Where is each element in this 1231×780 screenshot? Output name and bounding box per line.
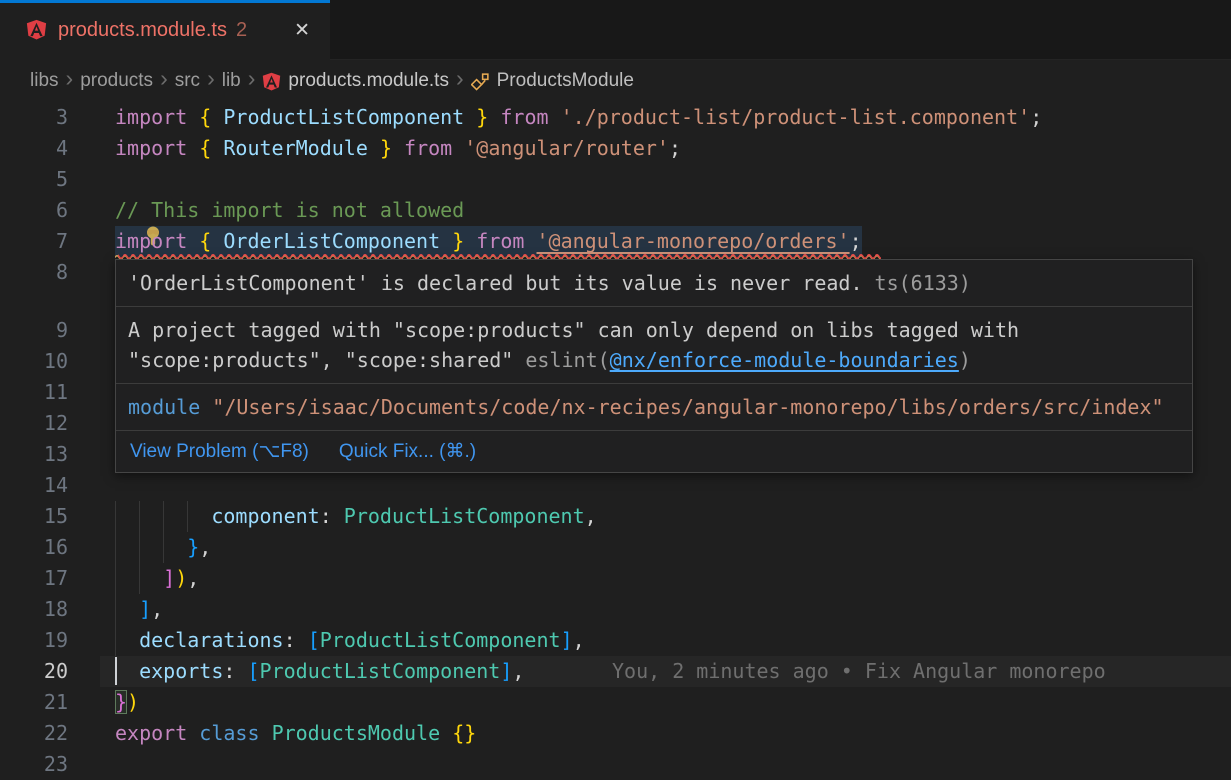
line-number[interactable]: 21 bbox=[0, 687, 68, 718]
ts-diagnostic: 'OrderListComponent' is declared but its… bbox=[116, 260, 1192, 307]
active-tab-indicator bbox=[0, 0, 330, 3]
code-line-6[interactable]: 6// This import is not allowed bbox=[0, 195, 1231, 226]
breadcrumb: libs › products › src › lib › products.m… bbox=[0, 61, 1231, 100]
code-line-15[interactable]: 15 component: ProductListComponent, bbox=[0, 501, 1231, 532]
line-number[interactable]: 20 bbox=[0, 656, 68, 687]
view-problem-link[interactable]: View Problem (⌥F8) bbox=[130, 440, 309, 463]
code-line-14[interactable]: 14 bbox=[0, 470, 1231, 501]
chevron-right-icon: › bbox=[456, 65, 464, 92]
quick-fix-link[interactable]: Quick Fix... (⌘.) bbox=[339, 440, 476, 463]
code-line-21[interactable]: 21}) bbox=[0, 687, 1231, 718]
code-text: import { ProductListComponent } from './… bbox=[115, 102, 1042, 133]
code-line-22[interactable]: 22 export class ProductsModule {} bbox=[0, 718, 1231, 749]
line-number[interactable]: 12 bbox=[0, 408, 68, 439]
line-number[interactable]: 7 bbox=[0, 226, 68, 257]
line-number[interactable]: 18 bbox=[0, 594, 68, 625]
code-line-16[interactable]: 16 }, bbox=[0, 532, 1231, 563]
tab-bar: products.module.ts 2 ✕ bbox=[0, 0, 1231, 60]
tab-filename: products.module.ts bbox=[58, 19, 227, 42]
line-number[interactable]: 16 bbox=[0, 532, 68, 563]
code-line-3[interactable]: 3 import { ProductListComponent } from '.… bbox=[0, 102, 1231, 133]
code-line-17[interactable]: 17 ]), bbox=[0, 563, 1231, 594]
angular-file-icon bbox=[26, 19, 47, 41]
breadcrumb-item-lib[interactable]: lib bbox=[222, 70, 241, 92]
module-path: module "/Users/isaac/Documents/code/nx-r… bbox=[116, 384, 1192, 431]
angular-file-icon bbox=[262, 72, 281, 91]
text-cursor bbox=[115, 657, 117, 685]
code-text: }, bbox=[115, 532, 211, 563]
hover-status-bar: View Problem (⌥F8) Quick Fix... (⌘.) bbox=[116, 431, 1192, 472]
line-number[interactable]: 14 bbox=[0, 470, 68, 501]
code-line-19[interactable]: 19 declarations: [ProductListComponent], bbox=[0, 625, 1231, 656]
code-text: export class ProductsModule {} bbox=[115, 718, 476, 749]
code-text: component: ProductListComponent, bbox=[115, 501, 597, 532]
code-line-20[interactable]: 20 exports: [ProductListComponent], You, … bbox=[0, 656, 1231, 687]
code-text: }) bbox=[115, 687, 139, 718]
class-symbol-icon bbox=[471, 72, 490, 91]
tab-products-module[interactable]: products.module.ts 2 ✕ bbox=[0, 0, 330, 60]
code-line-5[interactable]: 5 bbox=[0, 164, 1231, 195]
git-blame-annotation: You, 2 minutes ago • Fix Angular monorep… bbox=[612, 656, 1106, 687]
code-text: exports: [ProductListComponent], bbox=[115, 656, 524, 687]
code-text: ]), bbox=[115, 563, 199, 594]
line-number[interactable]: 11 bbox=[0, 377, 68, 408]
breadcrumb-item-symbol[interactable]: ProductsModule bbox=[471, 70, 634, 92]
code-text: ], bbox=[115, 594, 163, 625]
chevron-right-icon: › bbox=[207, 65, 215, 92]
line-number[interactable]: 15 bbox=[0, 501, 68, 532]
breadcrumb-item-products[interactable]: products bbox=[80, 70, 153, 92]
breadcrumb-symbol-label: ProductsModule bbox=[497, 70, 634, 92]
code-text: import { RouterModule } from '@angular/r… bbox=[115, 133, 681, 164]
eslint-diagnostic: A project tagged with "scope:products" c… bbox=[116, 307, 1192, 384]
editor[interactable]: 3 import { ProductListComponent } from '.… bbox=[0, 100, 1231, 780]
line-number[interactable]: 19 bbox=[0, 625, 68, 656]
line-number[interactable]: 22 bbox=[0, 718, 68, 749]
line-number[interactable]: 9 bbox=[0, 315, 68, 346]
chevron-right-icon: › bbox=[66, 65, 74, 92]
code-text: declarations: [ProductListComponent], bbox=[115, 625, 585, 656]
hover-popup: 'OrderListComponent' is declared but its… bbox=[115, 259, 1193, 473]
line-number[interactable]: 4 bbox=[0, 133, 68, 164]
close-icon[interactable]: ✕ bbox=[290, 17, 314, 44]
line-number[interactable]: 17 bbox=[0, 563, 68, 594]
chevron-right-icon: › bbox=[160, 65, 168, 92]
line-number[interactable]: 23 bbox=[0, 749, 68, 780]
chevron-right-icon: › bbox=[248, 65, 256, 92]
hover-messages: 'OrderListComponent' is declared but its… bbox=[116, 260, 1192, 431]
code-line-23[interactable]: 23 bbox=[0, 749, 1231, 780]
vscode-window: products.module.ts 2 ✕ libs › products ›… bbox=[0, 0, 1231, 780]
breadcrumb-item-src[interactable]: src bbox=[175, 70, 200, 92]
line-number[interactable]: 6 bbox=[0, 195, 68, 226]
eslint-rule-link[interactable]: @nx/enforce-module-boundaries bbox=[610, 348, 959, 372]
line-number[interactable]: 10 bbox=[0, 346, 68, 377]
line-number[interactable]: 5 bbox=[0, 164, 68, 195]
breadcrumb-item-libs[interactable]: libs bbox=[30, 70, 59, 92]
breadcrumb-item-file[interactable]: products.module.ts bbox=[288, 70, 449, 92]
line-number[interactable]: 8 bbox=[0, 257, 68, 288]
line-number[interactable]: 3 bbox=[0, 102, 68, 133]
code-line-18[interactable]: 18 ], bbox=[0, 594, 1231, 625]
tab-problems-badge: 2 bbox=[236, 19, 247, 42]
line-number[interactable]: 13 bbox=[0, 439, 68, 470]
code-line-4[interactable]: 4 import { RouterModule } from '@angular/… bbox=[0, 133, 1231, 164]
